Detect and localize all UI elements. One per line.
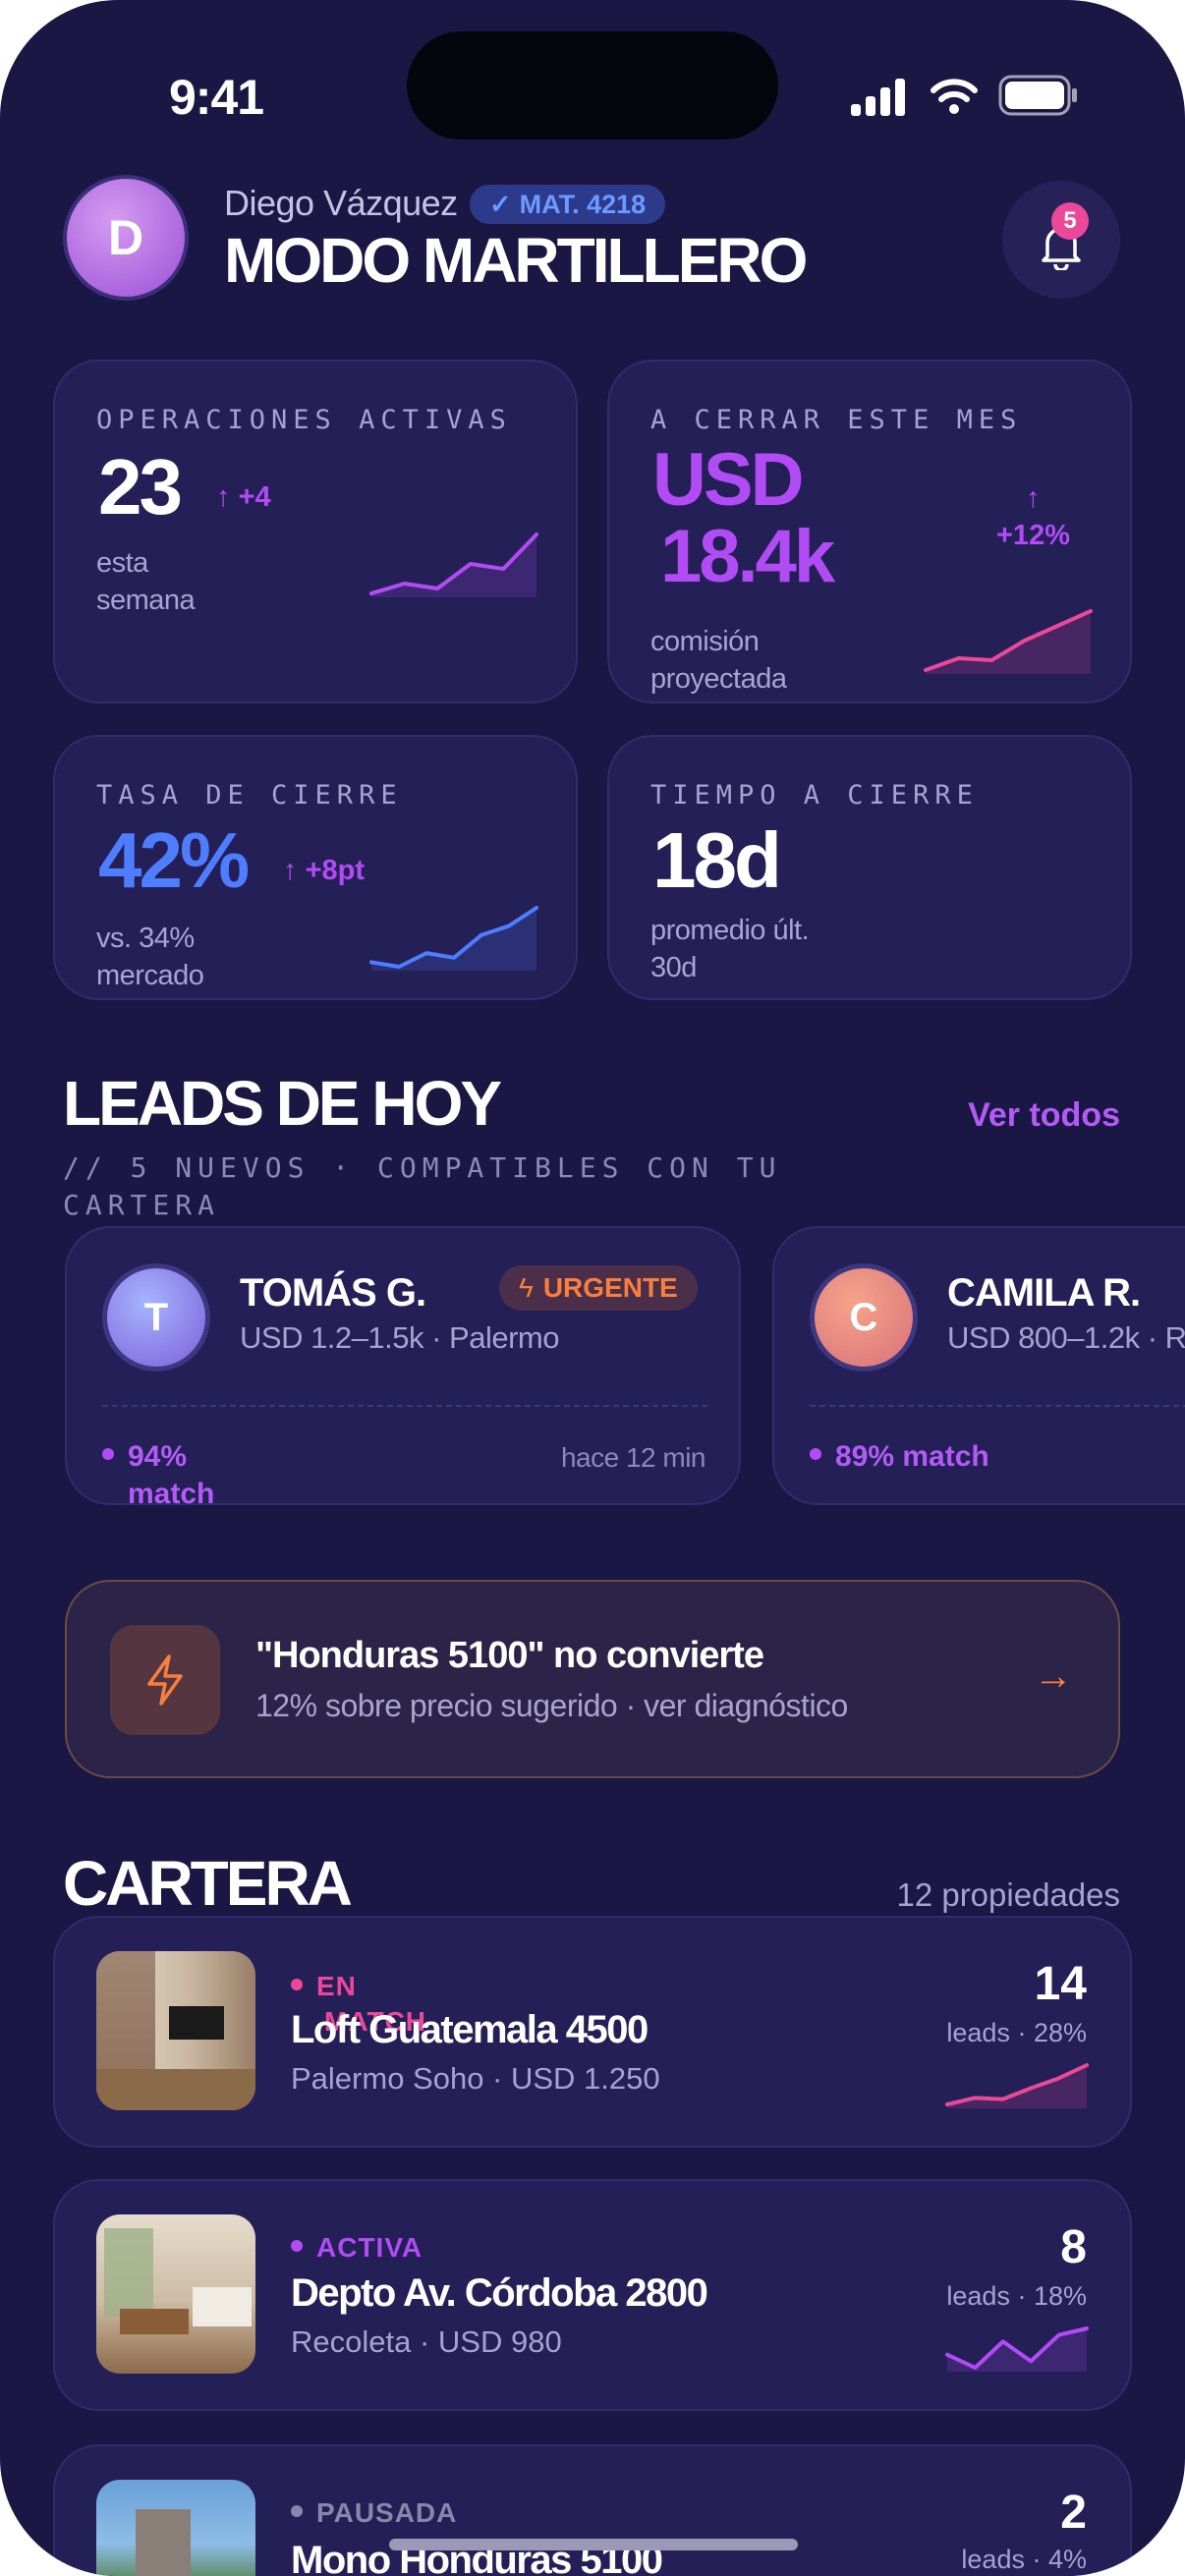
property-thumbnail	[96, 1951, 255, 2110]
stat-sub: promedio últ. 30d	[650, 915, 810, 983]
property-sparkline	[945, 2063, 1089, 2108]
lead-card[interactable]: C CAMILA R. USD 800–1.2k · Re 89% match	[772, 1226, 1185, 1505]
property-location: Recoleta · USD 980	[291, 2324, 562, 2359]
alert-icon-box	[110, 1625, 220, 1735]
stat-value: 42%	[98, 816, 250, 904]
property-leads-meta: leads · 4%	[961, 2545, 1087, 2574]
stat-card-closing-month[interactable]: A CERRAR ESTE MES USD 18.4k ↑ +12% comisió…	[607, 360, 1132, 703]
stat-delta: ↑ +8pt	[283, 855, 365, 886]
conversion-alert-banner[interactable]: "Honduras 5100" no convierte 12% sobre p…	[65, 1580, 1120, 1778]
avatar[interactable]: D	[63, 175, 189, 301]
lead-name: TOMÁS G.	[240, 1271, 426, 1315]
stat-label: OPERACIONES ACTIVAS	[96, 405, 512, 435]
urgent-badge-label: URGENTE	[542, 1272, 678, 1303]
stat-card-time-to-close[interactable]: TIEMPO A CIERRE 18d promedio últ. 30d	[607, 735, 1132, 1000]
property-location: Palermo Soho · USD 1.250	[291, 2061, 660, 2096]
property-leads-count: 14	[1034, 1958, 1087, 2010]
battery-icon	[998, 75, 1077, 116]
notification-count-badge: 5	[1051, 202, 1089, 240]
stat-delta: ↑ +12%	[996, 482, 1070, 551]
divider	[102, 1405, 707, 1407]
status-dot	[291, 2504, 303, 2517]
sparkline	[369, 532, 538, 597]
property-status: PAUSADA	[291, 2497, 457, 2529]
sparkline	[924, 609, 1093, 674]
property-title: Depto Av. Córdoba 2800	[291, 2271, 708, 2315]
arrow-right-icon: →	[1034, 1654, 1073, 1698]
license-badge: ✓ MAT. 4218	[470, 185, 666, 224]
property-status: ACTIVA	[291, 2232, 423, 2264]
property-leads-count: 2	[1060, 2487, 1087, 2539]
property-title: Loft Guatemala 4500	[291, 2008, 649, 2051]
page-title: MODO MARTILLERO	[224, 225, 808, 296]
notifications-button[interactable]	[1002, 181, 1120, 299]
status-dot	[102, 1448, 114, 1461]
stat-card-close-rate[interactable]: TASA DE CIERRE 42% ↑ +8pt vs. 34% mercado	[53, 735, 578, 1000]
lightning-icon	[147, 1654, 183, 1706]
phone-screen: 9:41 D Diego Vázquez ✓ MAT. 4218 MODO MA…	[0, 0, 1185, 2576]
property-thumbnail	[96, 2480, 255, 2576]
stat-value: 18d	[652, 816, 782, 904]
stat-sub: vs. 34% mercado	[96, 923, 204, 991]
sparkline	[369, 906, 538, 971]
home-indicator[interactable]	[389, 2539, 798, 2550]
lead-avatar: C	[810, 1263, 918, 1372]
stat-value: 23	[98, 443, 183, 531]
property-thumbnail	[96, 2214, 255, 2374]
alert-subtitle: 12% sobre precio sugerido · ver diagnóst…	[255, 1688, 848, 1723]
lead-card[interactable]: T TOMÁS G. ϟ URGENTE USD 1.2–1.5k · Pale…	[65, 1226, 741, 1510]
property-leads-meta: leads · 18%	[946, 2281, 1087, 2311]
alert-title: "Honduras 5100" no convierte	[255, 1635, 764, 1676]
divider	[810, 1405, 1185, 1407]
lead-match: 89% match	[810, 1438, 989, 1476]
user-name: Diego Vázquez	[224, 183, 458, 223]
lead-meta: USD 800–1.2k · Re	[947, 1320, 1185, 1355]
lead-match: 94% match	[102, 1438, 214, 1513]
stat-sub: esta semana	[96, 547, 196, 616]
status-dot	[291, 2239, 303, 2252]
stat-label: TIEMPO A CIERRE	[650, 780, 979, 811]
property-leads-count: 8	[1060, 2221, 1087, 2273]
lead-time: hace 12 min	[560, 1442, 706, 1473]
signal-icon	[851, 79, 905, 116]
stat-value: USD 18.4k	[652, 438, 835, 598]
dynamic-island	[407, 31, 778, 140]
stat-card-active-ops[interactable]: OPERACIONES ACTIVAS 23 ↑ +4 esta semana	[53, 360, 578, 703]
status-time: 9:41	[169, 70, 264, 125]
lead-name: CAMILA R.	[947, 1271, 1141, 1315]
stat-sub: comisión proyectada	[650, 626, 787, 695]
lead-avatar: T	[102, 1263, 210, 1372]
sparkline-area	[371, 908, 536, 971]
view-all-leads-link[interactable]: Ver todos	[968, 1096, 1120, 1135]
leads-section-title: LEADS DE HOY	[63, 1068, 502, 1139]
property-leads-meta: leads · 28%	[946, 2018, 1087, 2047]
stat-label: A CERRAR ESTE MES	[650, 405, 1023, 435]
wifi-icon	[931, 79, 978, 114]
lightning-icon: ϟ	[519, 1272, 534, 1303]
urgent-badge: ϟ URGENTE	[499, 1265, 698, 1311]
status-dot	[810, 1448, 821, 1461]
sparkline-area	[947, 2065, 1087, 2108]
lead-meta: USD 1.2–1.5k · Palermo	[240, 1320, 559, 1355]
leads-subtitle: // 5 NUEVOS · COMPATIBLES CON TU CARTERA	[63, 1151, 782, 1221]
portfolio-count: 12 propiedades	[896, 1876, 1120, 1913]
portfolio-section-title: CARTERA	[63, 1848, 353, 1919]
stat-delta: ↑ +4	[216, 481, 271, 513]
stat-label: TASA DE CIERRE	[96, 780, 403, 811]
property-sparkline	[945, 2326, 1089, 2372]
license-badge-label: MAT. 4218	[519, 189, 647, 219]
status-dot	[291, 1978, 303, 1990]
check-icon: ✓	[489, 189, 512, 219]
